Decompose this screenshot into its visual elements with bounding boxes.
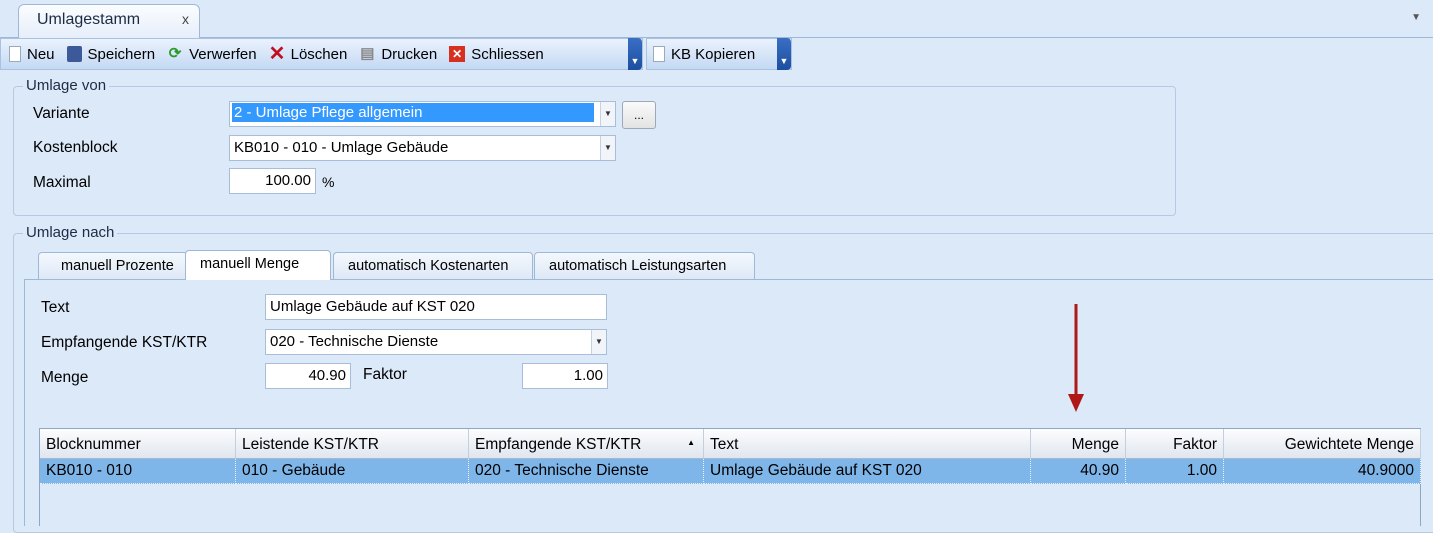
cell-leistende: 010 - Gebäude (236, 459, 469, 484)
tab-manuell-menge[interactable]: manuell Menge (185, 250, 331, 280)
delete-label: Löschen (290, 45, 348, 63)
cell-blocknummer: KB010 - 010 (40, 459, 236, 484)
discard-label: Verwerfen (189, 45, 257, 63)
column-header-empfangende-label: Empfangende KST/KTR (475, 436, 642, 453)
menge-input[interactable]: 40.90 (265, 363, 351, 389)
save-label: Speichern (87, 45, 156, 63)
column-header-blocknummer[interactable]: Blocknummer (40, 429, 236, 459)
discard-icon: ⟳ (168, 45, 182, 62)
cell-gewichtete-menge: 40.9000 (1224, 459, 1421, 484)
new-button[interactable]: Neu (9, 46, 55, 63)
chevron-down-icon[interactable]: ▼ (591, 330, 606, 354)
toolbar-overflow-icon[interactable]: ▼ (777, 38, 791, 70)
chevron-down-icon[interactable]: ▼ (600, 136, 615, 160)
empfangende-select[interactable]: 020 - Technische Dienste ▼ (265, 329, 607, 355)
kostenblock-label: Kostenblock (33, 139, 118, 156)
close-icon: ✕ (449, 46, 466, 62)
empfangende-value: 020 - Technische Dienste (270, 333, 439, 350)
save-icon (66, 46, 82, 62)
chevron-down-icon[interactable]: ▼ (600, 102, 615, 126)
kb-kopieren-label: KB Kopieren (671, 45, 756, 63)
text-input[interactable]: Umlage Gebäude auf KST 020 (265, 294, 607, 320)
text-label: Text (41, 299, 70, 316)
column-header-menge[interactable]: Menge (1031, 429, 1126, 459)
new-document-icon (9, 46, 21, 62)
column-header-gewichtete-menge[interactable]: Gewichtete Menge (1224, 429, 1421, 459)
tab-automatisch-leistungsarten[interactable]: automatisch Leistungsarten (534, 252, 755, 280)
menge-label: Menge (41, 369, 89, 386)
variante-select[interactable]: 2 - Umlage Pflege allgemein ▼ (229, 101, 616, 127)
cell-empfangende: 020 - Technische Dienste (469, 459, 704, 484)
tab-manuell-prozente[interactable]: manuell Prozente (38, 252, 188, 280)
column-header-faktor[interactable]: Faktor (1126, 429, 1224, 459)
column-header-text[interactable]: Text (704, 429, 1031, 459)
document-tab-strip (0, 0, 1433, 38)
variante-label: Variante (33, 105, 90, 122)
faktor-label: Faktor (363, 366, 407, 383)
delete-icon: ✕ (268, 43, 286, 65)
cell-faktor: 1.00 (1126, 459, 1224, 484)
cell-menge: 40.90 (1031, 459, 1126, 484)
tab-list-dropdown-icon[interactable]: ▼ (1411, 12, 1421, 23)
umlage-grid: Blocknummer Leistende KST/KTR Empfangend… (39, 428, 1421, 526)
kostenblock-select[interactable]: KB010 - 010 - Umlage Gebäude ▼ (229, 135, 616, 161)
maximal-input[interactable]: 100.00 (229, 168, 316, 194)
percent-label: % (322, 174, 335, 190)
close-tab-icon[interactable]: x (182, 11, 189, 27)
main-toolbar: Neu Speichern ⟳ Verwerfen ✕ Löschen ▤ Druck… (0, 38, 643, 70)
secondary-toolbar: KB Kopieren ▼ (646, 38, 792, 70)
umlage-von-title: Umlage von (23, 77, 110, 94)
close-button[interactable]: ✕ Schliessen (449, 46, 544, 63)
variante-value: 2 - Umlage Pflege allgemein (232, 103, 594, 122)
discard-button[interactable]: ⟳ Verwerfen (167, 45, 257, 63)
new-label: Neu (27, 45, 55, 63)
toolbar-overflow-icon[interactable]: ▼ (628, 38, 642, 70)
red-arrow-annotation (1068, 304, 1084, 412)
maximal-label: Maximal (33, 174, 91, 191)
empfangende-label: Empfangende KST/KTR (41, 334, 208, 351)
variante-browse-button[interactable]: ... (622, 101, 656, 129)
close-label: Schliessen (471, 45, 544, 63)
save-button[interactable]: Speichern (66, 45, 156, 63)
faktor-input[interactable]: 1.00 (522, 363, 608, 389)
print-button[interactable]: ▤ Drucken (359, 45, 437, 63)
tab-automatisch-kostenarten[interactable]: automatisch Kostenarten (333, 252, 533, 280)
column-header-empfangende[interactable]: Empfangende KST/KTR ▲ (469, 429, 704, 459)
tab-umlagestamm[interactable]: Umlagestamm x (18, 4, 200, 38)
sort-ascending-icon: ▲ (687, 438, 695, 447)
kb-kopieren-button[interactable]: KB Kopieren (653, 46, 755, 63)
tab-title: Umlagestamm (37, 11, 141, 28)
cell-text: Umlage Gebäude auf KST 020 (704, 459, 1031, 484)
delete-button[interactable]: ✕ Löschen (268, 43, 348, 65)
column-header-leistende[interactable]: Leistende KST/KTR (236, 429, 469, 459)
print-icon: ▤ (360, 45, 375, 62)
kostenblock-value: KB010 - 010 - Umlage Gebäude (234, 139, 449, 156)
umlage-nach-title: Umlage nach (23, 224, 118, 241)
copy-icon (653, 46, 665, 62)
print-label: Drucken (381, 45, 438, 63)
